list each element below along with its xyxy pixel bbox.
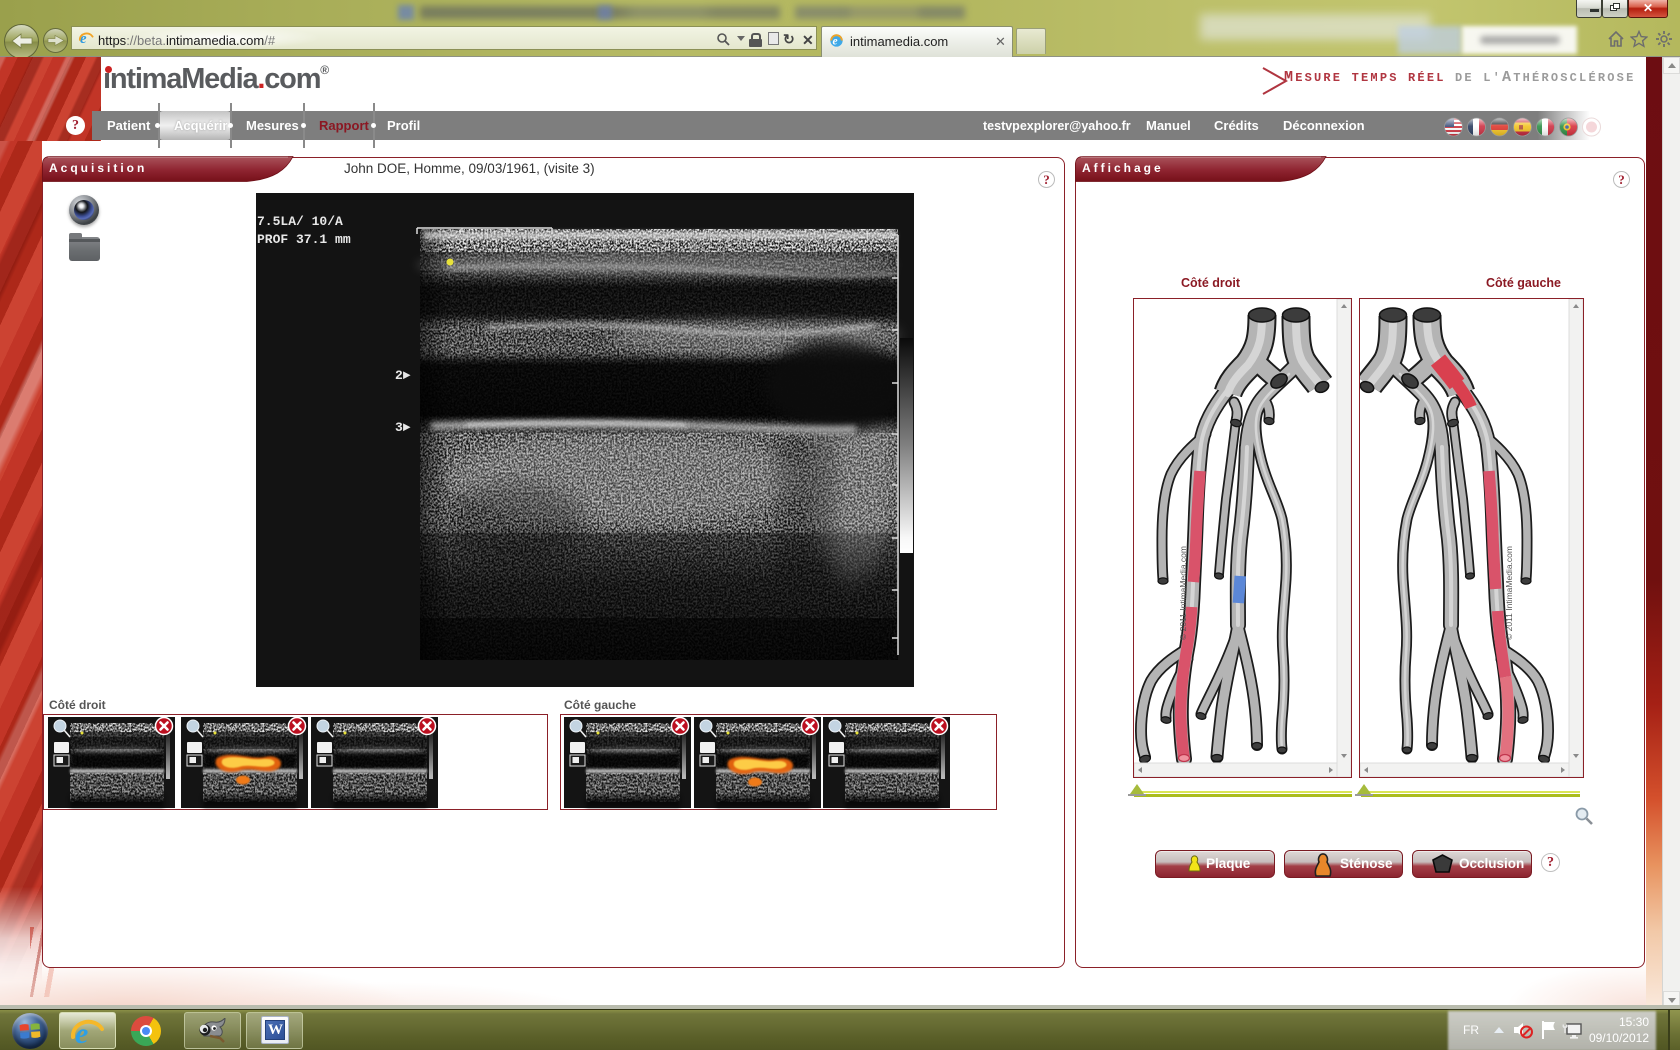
svg-text:2►: 2► (395, 368, 411, 383)
svg-text:PROF 37.1 mm: PROF 37.1 mm (257, 232, 351, 247)
svg-text:© 2011 IntimaMedia.com: © 2011 IntimaMedia.com (1178, 546, 1188, 640)
svg-text:© 2011 IntimaMedia.com: © 2011 IntimaMedia.com (1504, 546, 1514, 640)
svg-text:e: e (833, 35, 838, 47)
svg-text:7.5LA/ 10/A: 7.5LA/ 10/A (257, 214, 343, 229)
svg-text:3►: 3► (395, 420, 411, 435)
